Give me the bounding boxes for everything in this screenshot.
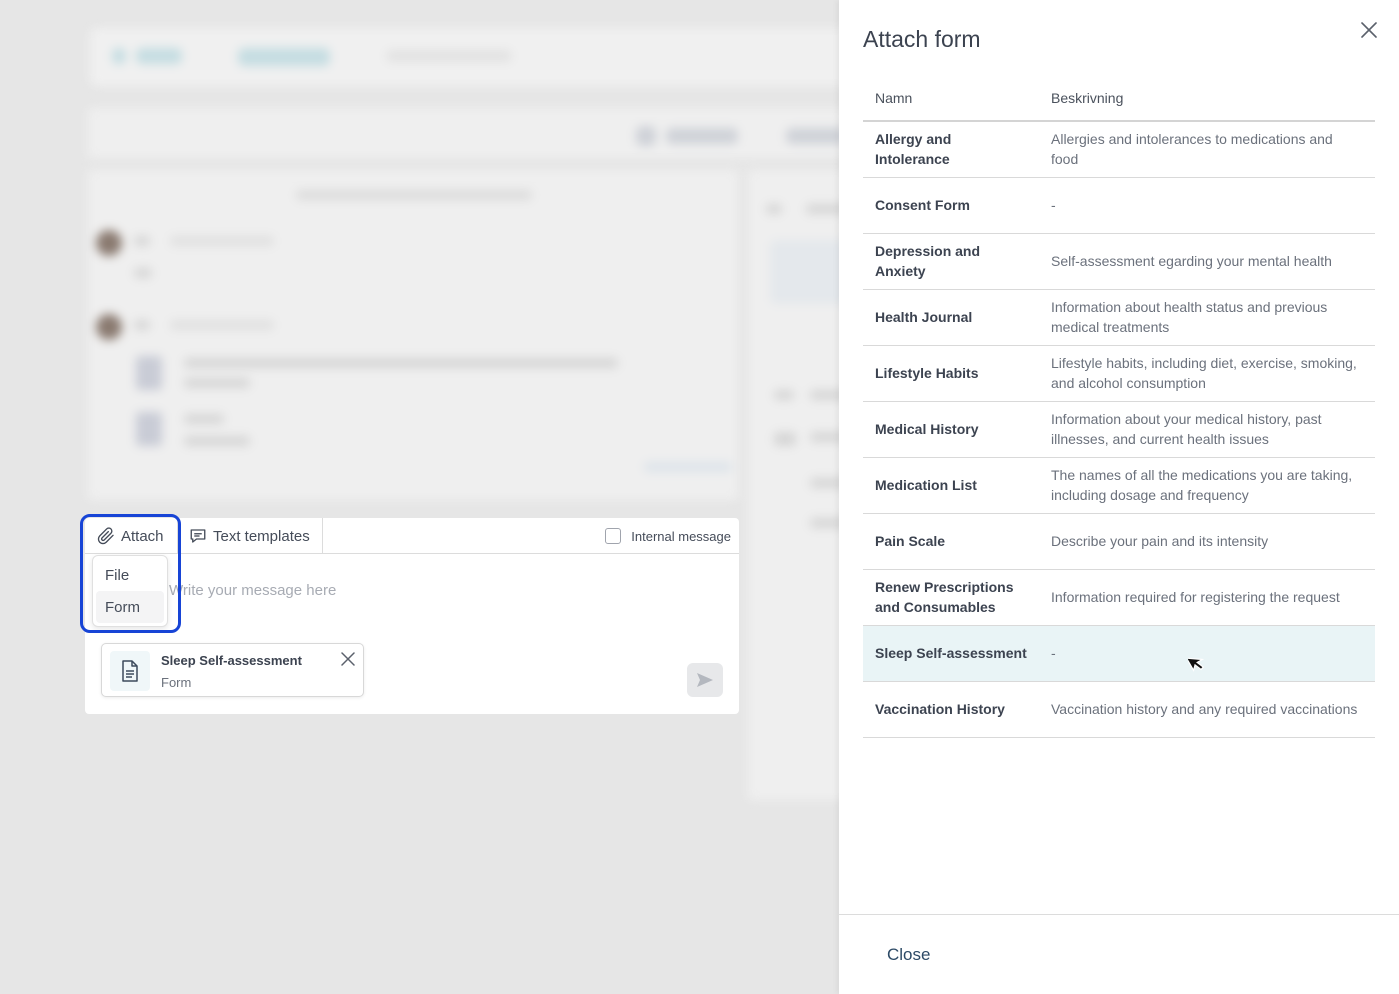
attach-menu-item-file[interactable]: File bbox=[96, 559, 164, 591]
close-icon bbox=[1361, 22, 1377, 38]
toolbar-divider bbox=[322, 518, 323, 554]
form-name: Depression and Anxiety bbox=[863, 233, 1039, 290]
table-row[interactable]: Allergy and Intolerance Allergies and int… bbox=[863, 121, 1375, 178]
form-description: - bbox=[1039, 625, 1375, 682]
form-description: Information about your medical history, … bbox=[1039, 401, 1375, 458]
form-name: Sleep Self-assessment bbox=[863, 625, 1039, 682]
form-description: Vaccination history and any required vac… bbox=[1039, 681, 1375, 738]
drawer-title: Attach form bbox=[863, 26, 981, 52]
form-name: Health Journal bbox=[863, 289, 1039, 346]
form-description: Allergies and intolerances to medication… bbox=[1039, 121, 1375, 178]
document-icon bbox=[122, 660, 138, 682]
attachment-icon-box bbox=[110, 651, 150, 691]
background-side-panel bbox=[748, 170, 840, 800]
background-blur bbox=[0, 0, 840, 994]
table-row[interactable]: Lifestyle Habits Lifestyle habits, includ… bbox=[863, 345, 1375, 402]
attachment-chip: Sleep Self-assessment Form bbox=[101, 643, 364, 697]
paperclip-icon bbox=[97, 527, 114, 545]
table-row[interactable]: Depression and Anxiety Self-assessment eg… bbox=[863, 233, 1375, 290]
form-description: The names of all the medications you are… bbox=[1039, 457, 1375, 514]
table-row[interactable]: Pain Scale Describe your pain and its int… bbox=[863, 513, 1375, 570]
attach-menu-item-form[interactable]: Form bbox=[96, 591, 164, 623]
form-name: Allergy and Intolerance bbox=[863, 121, 1039, 178]
composer-toolbar: Attach Text templates Internal message bbox=[85, 518, 739, 554]
background-app bbox=[0, 0, 840, 994]
background-topbar bbox=[90, 28, 840, 86]
form-description: Information about health status and prev… bbox=[1039, 289, 1375, 346]
background-chat bbox=[88, 170, 738, 500]
background-header-panel bbox=[88, 108, 840, 158]
form-name: Vaccination History bbox=[863, 681, 1039, 738]
form-name: Consent Form bbox=[863, 177, 1039, 234]
column-header-description: Beskrivning bbox=[1039, 76, 1375, 122]
table-row[interactable]: Health Journal Information about health s… bbox=[863, 289, 1375, 346]
form-name: Renew Prescriptions and Consumables bbox=[863, 569, 1039, 626]
attach-form-drawer: Attach form Namn Beskrivning Allergy and… bbox=[839, 0, 1399, 994]
form-description: Self-assessment egarding your mental hea… bbox=[1039, 233, 1375, 290]
form-name: Lifestyle Habits bbox=[863, 345, 1039, 402]
internal-message-toggle[interactable]: Internal message bbox=[605, 518, 731, 554]
form-description: Lifestyle habits, including diet, exerci… bbox=[1039, 345, 1375, 402]
form-description: - bbox=[1039, 177, 1375, 234]
column-header-name: Namn bbox=[863, 76, 1039, 122]
form-description: Describe your pain and its intensity bbox=[1039, 513, 1375, 570]
internal-message-checkbox[interactable] bbox=[605, 528, 622, 544]
attach-menu: File Form bbox=[92, 555, 168, 627]
form-description: Information required for registering the… bbox=[1039, 569, 1375, 626]
toolbar-divider bbox=[177, 518, 178, 554]
send-button[interactable] bbox=[687, 663, 723, 697]
table-row[interactable]: Medication List The names of all the medi… bbox=[863, 457, 1375, 514]
attachment-title: Sleep Self-assessment bbox=[161, 653, 302, 668]
drawer-footer: Close bbox=[839, 914, 1399, 994]
table-row[interactable]: Vaccination History Vaccination history a… bbox=[863, 681, 1375, 738]
attach-label: Attach bbox=[121, 527, 164, 545]
text-templates-label: Text templates bbox=[213, 527, 310, 545]
form-name: Medical History bbox=[863, 401, 1039, 458]
table-header-row: Namn Beskrivning bbox=[863, 76, 1375, 122]
table-row[interactable]: Sleep Self-assessment - bbox=[863, 625, 1375, 682]
table-row[interactable]: Consent Form - bbox=[863, 177, 1375, 234]
internal-message-label: Internal message bbox=[631, 528, 731, 544]
drawer-close-button[interactable] bbox=[1361, 22, 1377, 43]
close-icon bbox=[341, 652, 355, 666]
send-icon bbox=[697, 673, 713, 687]
attachment-type: Form bbox=[161, 675, 192, 690]
table-row[interactable]: Medical History Information about your me… bbox=[863, 401, 1375, 458]
form-name: Medication List bbox=[863, 457, 1039, 514]
close-button[interactable]: Close bbox=[887, 945, 930, 965]
speech-bubble-icon bbox=[190, 529, 206, 543]
attach-button[interactable]: Attach bbox=[97, 518, 164, 554]
remove-attachment-button[interactable] bbox=[341, 652, 355, 671]
form-name: Pain Scale bbox=[863, 513, 1039, 570]
text-templates-button[interactable]: Text templates bbox=[189, 518, 310, 554]
table-row[interactable]: Renew Prescriptions and Consumables Infor… bbox=[863, 569, 1375, 626]
message-input[interactable]: Write your message here bbox=[169, 582, 336, 599]
forms-table: Namn Beskrivning Allergy and Intolerance… bbox=[863, 76, 1375, 738]
